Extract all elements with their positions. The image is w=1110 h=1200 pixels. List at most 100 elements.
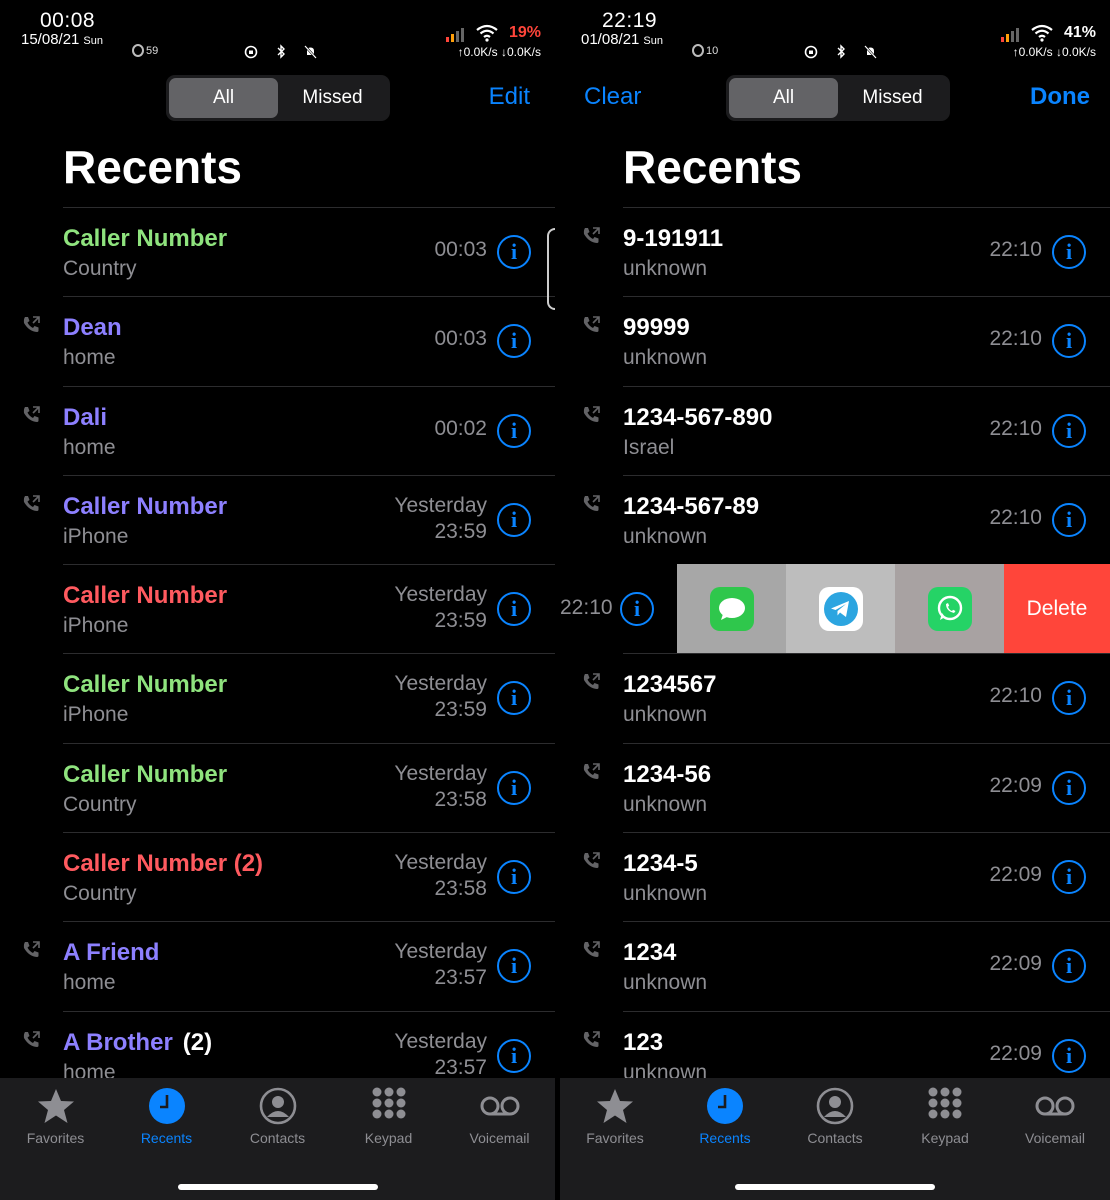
call-time: Yesterday 23:59 — [394, 671, 487, 723]
info-button[interactable]: i — [620, 592, 654, 627]
call-row[interactable]: 1234-567-89 unknown 22:10 i — [560, 474, 1110, 564]
call-row[interactable]: Dali home 00:02 i — [0, 385, 555, 475]
call-time: Yesterday 23:57 — [394, 1029, 487, 1081]
status-date-value: 01/08/21 — [581, 31, 640, 48]
tab-contacts[interactable]: Contacts — [222, 1086, 333, 1146]
recents-screen-right: 22:19 01/08/21 Sun 10 41% ↑0.0K/s ↓0.0K/s… — [560, 0, 1110, 1200]
home-indicator[interactable] — [735, 1184, 935, 1190]
ring-icon — [692, 44, 704, 57]
tab-favorites[interactable]: Favorites — [0, 1086, 111, 1146]
tab-label: Contacts — [807, 1130, 863, 1146]
info-button[interactable]: i — [1052, 413, 1086, 448]
call-time: 22:09 — [989, 1041, 1042, 1065]
clock-icon — [705, 1086, 745, 1126]
tab-keypad[interactable]: Keypad — [333, 1086, 444, 1146]
swiped-call-row[interactable]: 22:10 i Delete — [560, 564, 1110, 654]
tab-favorites[interactable]: Favorites — [560, 1086, 670, 1146]
caller-subtitle: iPhone — [63, 703, 129, 727]
call-time: 22:10 — [989, 238, 1042, 261]
info-button[interactable]: i — [1052, 681, 1086, 716]
call-time: Yesterday 23:58 — [394, 850, 487, 902]
status-time: 00:08 — [40, 9, 96, 32]
info-button[interactable]: i — [1052, 860, 1086, 895]
tab-voicemail[interactable]: Voicemail — [444, 1086, 555, 1146]
info-button[interactable]: i — [497, 860, 531, 895]
tab-voicemail[interactable]: Voicemail — [1000, 1086, 1110, 1146]
call-row[interactable]: 1234-567-890 Israel 22:10 i — [560, 385, 1110, 475]
outgoing-call-icon — [580, 404, 602, 426]
info-button[interactable]: i — [497, 235, 531, 269]
info-button[interactable]: i — [1052, 1038, 1086, 1073]
info-button[interactable]: i — [497, 413, 531, 448]
tab-recents[interactable]: Recents — [670, 1086, 780, 1146]
tab-keypad[interactable]: Keypad — [890, 1086, 1000, 1146]
info-button[interactable]: i — [497, 324, 531, 359]
whatsapp-action-button[interactable] — [895, 564, 1004, 654]
caller-subtitle: iPhone — [63, 524, 129, 548]
info-button[interactable]: i — [497, 1038, 531, 1073]
caller-subtitle: iPhone — [63, 614, 129, 638]
tab-contacts[interactable]: Contacts — [780, 1086, 890, 1146]
call-row[interactable]: Caller Number iPhone Yesterday 23:59 i — [0, 474, 555, 564]
status-date-value: 15/08/21 — [21, 31, 80, 48]
call-row[interactable]: 9-191911 unknown 22:10 i — [560, 207, 1110, 296]
segment-missed[interactable]: Missed — [278, 78, 387, 118]
bluetooth-icon — [277, 44, 285, 59]
info-button[interactable]: i — [1052, 235, 1086, 269]
call-row[interactable]: 1234567 unknown 22:10 i — [560, 653, 1110, 742]
call-row[interactable]: Caller Number (2) Country Yesterday 23:58 i — [0, 832, 555, 921]
call-row[interactable]: Caller Number iPhone Yesterday 23:59 i — [0, 653, 555, 742]
info-button[interactable]: i — [497, 949, 531, 984]
person-circle-icon — [258, 1086, 298, 1126]
call-row[interactable]: 99999 unknown 22:10 i — [560, 296, 1110, 385]
done-button[interactable]: Done — [1030, 83, 1090, 111]
outgoing-call-icon — [20, 493, 42, 515]
info-button[interactable]: i — [497, 502, 531, 537]
scroll-indicator — [547, 228, 555, 310]
call-row[interactable]: A Friend home Yesterday 23:57 i — [0, 921, 555, 1010]
caller-name-text: 9-191911 — [623, 225, 724, 252]
info-button[interactable]: i — [1052, 949, 1086, 984]
call-row[interactable]: Caller Number Country 00:03 i — [0, 207, 555, 296]
info-button[interactable]: i — [497, 681, 531, 716]
status-right: 19% ↑0.0K/s ↓0.0K/s — [446, 24, 541, 59]
info-button[interactable]: i — [1052, 770, 1086, 805]
info-button[interactable]: i — [497, 592, 531, 627]
call-row[interactable]: Caller Number iPhone Yesterday 23:59 i — [0, 564, 555, 653]
tab-label: Keypad — [921, 1130, 969, 1146]
network-speed: ↑0.0K/s ↓0.0K/s — [457, 45, 541, 59]
call-time: 22:10 — [989, 327, 1042, 351]
caller-name-text: Dean — [63, 314, 122, 342]
info-button[interactable]: i — [1052, 502, 1086, 537]
delete-action-button[interactable]: Delete — [1004, 564, 1110, 654]
info-button[interactable]: i — [1052, 324, 1086, 359]
info-button[interactable]: i — [497, 770, 531, 805]
tab-recents[interactable]: Recents — [111, 1086, 222, 1146]
telegram-action-button[interactable] — [786, 564, 895, 654]
segment-all[interactable]: All — [729, 78, 838, 118]
status-date: 15/08/21 Sun — [21, 31, 103, 48]
call-time: Yesterday 23:58 — [394, 761, 487, 813]
tab-label: Keypad — [364, 1130, 413, 1146]
call-row[interactable]: Dean home 00:03 i — [0, 296, 555, 385]
call-time: 00:03 — [434, 327, 487, 351]
battery-percent: 19% — [508, 24, 541, 41]
call-time: Yesterday 23:59 — [394, 582, 487, 634]
caller-subtitle: home — [63, 971, 116, 995]
call-time: Yesterday 23:57 — [394, 939, 487, 991]
call-row[interactable]: Caller Number Country Yesterday 23:58 i — [0, 742, 555, 832]
call-row[interactable]: 1234 unknown 22:09 i — [560, 921, 1110, 1010]
wifi-icon — [1030, 24, 1053, 42]
call-row[interactable]: 1234-56 unknown 22:09 i — [560, 742, 1110, 832]
call-row[interactable]: 1234-5 unknown 22:09 i — [560, 832, 1110, 921]
message-action-button[interactable] — [677, 564, 786, 654]
ring-icon — [132, 44, 144, 57]
segment-all[interactable]: All — [169, 78, 278, 118]
home-indicator[interactable] — [177, 1184, 378, 1190]
call-time-clock: 23:58 — [434, 877, 487, 901]
call-time-clock: 23:57 — [434, 966, 487, 990]
clear-button[interactable]: Clear — [584, 83, 641, 111]
edit-button[interactable]: Edit — [489, 83, 530, 111]
outgoing-call-icon — [20, 939, 42, 961]
segment-missed[interactable]: Missed — [838, 78, 947, 118]
